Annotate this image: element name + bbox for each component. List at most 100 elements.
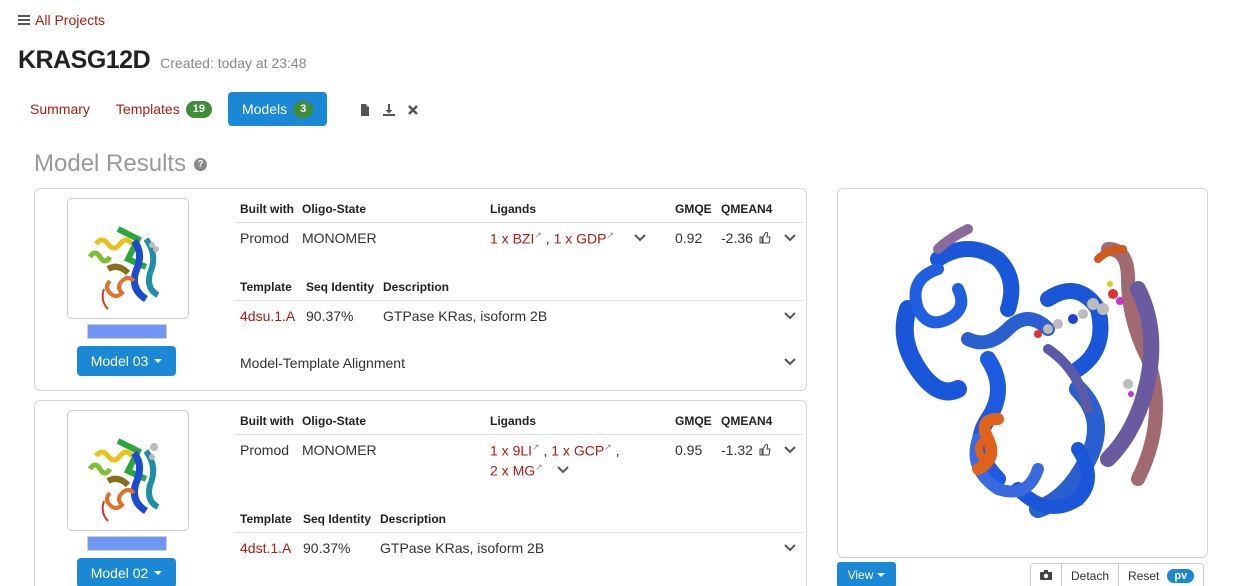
quality-bar [87, 536, 167, 551]
seq-identity-value: 90.37% [306, 308, 354, 324]
ligand-link[interactable]: 1 x 9LI [490, 443, 532, 459]
structure-viewer[interactable] [837, 188, 1208, 558]
qmean-value: -2.36 [721, 230, 753, 246]
project-created: Created: today at 23:48 [160, 55, 307, 71]
ligands-value-line2: 2 x MG↗ [490, 462, 543, 479]
list-icon [18, 15, 30, 25]
page-title: KRASG12D Created: today at 23:48 [18, 46, 306, 75]
chevron-down-icon [877, 573, 886, 577]
models-count-badge: 3 [293, 100, 314, 118]
template-chevron-down-icon[interactable] [784, 312, 796, 322]
model-card: Model 02 Built with Oligo-State Ligands … [34, 400, 807, 586]
ligands-header: Ligands [490, 202, 537, 216]
project-name: KRASG12D [18, 46, 151, 74]
ligands-chevron-down-icon[interactable] [557, 466, 569, 476]
oligo-state-value: MONOMER [302, 442, 377, 458]
gmqe-header: GMQE [675, 414, 712, 428]
qmean-value: -1.32 [721, 442, 753, 458]
built-with-value: Promod [240, 442, 290, 458]
qmean-header: QMEAN4 [721, 202, 773, 216]
template-link[interactable]: 4dst.1.A [240, 540, 291, 556]
tab-models-label: Models [241, 101, 288, 117]
model-dropdown-button[interactable]: Model 02 [77, 558, 176, 586]
qmean-header: QMEAN4 [721, 414, 773, 428]
divider [235, 434, 803, 435]
chevron-down-icon [154, 571, 163, 575]
ligands-header: Ligands [490, 414, 537, 428]
divider [235, 532, 803, 533]
model-thumbnail[interactable] [67, 410, 189, 531]
oligo-state-header: Oligo-State [302, 414, 367, 428]
external-link-icon: ↗ [604, 442, 612, 452]
close-icon[interactable] [407, 103, 419, 115]
seq-identity-value: 90.37% [303, 540, 351, 556]
tab-summary-label: Summary [30, 101, 90, 117]
ligands-chevron-down-icon[interactable] [634, 234, 646, 244]
reset-button[interactable]: Reset pv [1119, 564, 1203, 586]
alignment-chevron-down-icon[interactable] [784, 358, 796, 368]
ligand-link[interactable]: 2 x MG [490, 463, 535, 479]
ligand-link[interactable]: 1 x GDP [554, 231, 607, 247]
tab-tools [359, 103, 419, 116]
ligand-link[interactable]: 1 x GCP [551, 443, 604, 459]
all-projects-link[interactable]: All Projects [18, 12, 105, 28]
tab-models[interactable]: Models 3 [227, 92, 328, 126]
reset-label: Reset [1128, 569, 1160, 583]
template-header: Template [240, 280, 292, 294]
viewer-toolbar: Detach Reset pv [1030, 563, 1205, 586]
templates-count-badge: 19 [185, 100, 212, 118]
divider [235, 300, 803, 301]
gmqe-value: 0.95 [675, 442, 703, 458]
template-header: Template [240, 512, 292, 526]
oligo-state-value: MONOMER [302, 230, 377, 246]
camera-icon [1040, 569, 1052, 583]
ligand-link[interactable]: 1 x BZI [490, 231, 534, 247]
tab-summary[interactable]: Summary [20, 92, 100, 126]
pv-badge: pv [1167, 569, 1195, 583]
view-button-label: View [847, 568, 874, 582]
description-value: GTPase KRas, isoform 2B [380, 540, 545, 556]
all-projects-label: All Projects [35, 12, 106, 28]
description-header: Description [383, 280, 450, 294]
section-title-text: Model Results [34, 150, 187, 177]
built-with-header: Built with [240, 414, 294, 428]
row-chevron-down-icon[interactable] [784, 446, 796, 456]
model-thumbnail[interactable] [67, 198, 189, 319]
gmqe-value: 0.92 [675, 230, 703, 246]
external-link-icon: ↗ [606, 230, 615, 240]
template-link[interactable]: 4dsu.1.A [240, 308, 295, 324]
template-chevron-down-icon[interactable] [784, 544, 796, 554]
external-link-icon: ↗ [535, 462, 543, 472]
alignment-toggle[interactable]: Model-Template Alignment [240, 355, 405, 371]
model-card: Model 03 Built with Oligo-State Ligands … [34, 188, 807, 391]
section-title: Model Results ? [34, 150, 208, 178]
built-with-header: Built with [240, 202, 294, 216]
tab-templates[interactable]: Templates 19 [106, 92, 222, 126]
seq-identity-header: Seq Identity [306, 280, 375, 294]
file-icon[interactable] [359, 103, 371, 116]
model-button-label: Model 02 [90, 565, 149, 581]
seq-identity-header: Seq Identity [303, 512, 372, 526]
ligands-value: 1 x 9LI↗ , 1 x GCP↗ , [490, 442, 620, 459]
quality-bar [87, 324, 167, 339]
thumbs-up-icon[interactable] [759, 444, 771, 456]
model-dropdown-button[interactable]: Model 03 [77, 346, 176, 376]
external-link-icon: ↗ [534, 230, 542, 240]
gmqe-header: GMQE [675, 202, 712, 216]
detach-button[interactable]: Detach [1062, 564, 1120, 586]
download-icon[interactable] [383, 103, 396, 116]
camera-button[interactable] [1031, 564, 1062, 586]
oligo-state-header: Oligo-State [302, 202, 367, 216]
ligands-value: 1 x BZI↗ , 1 x GDP↗ [490, 230, 615, 247]
model-button-label: Model 03 [90, 353, 149, 369]
chevron-down-icon [154, 359, 163, 363]
tab-templates-label: Templates [115, 101, 180, 117]
row-chevron-down-icon[interactable] [784, 234, 796, 244]
tab-bar: Summary Templates 19 Models 3 [20, 92, 419, 126]
divider [235, 222, 803, 223]
view-dropdown-button[interactable]: View [837, 562, 896, 586]
help-icon[interactable]: ? [194, 157, 208, 171]
description-header: Description [380, 512, 447, 526]
thumbs-up-icon[interactable] [759, 232, 771, 244]
description-value: GTPase KRas, isoform 2B [383, 308, 548, 324]
